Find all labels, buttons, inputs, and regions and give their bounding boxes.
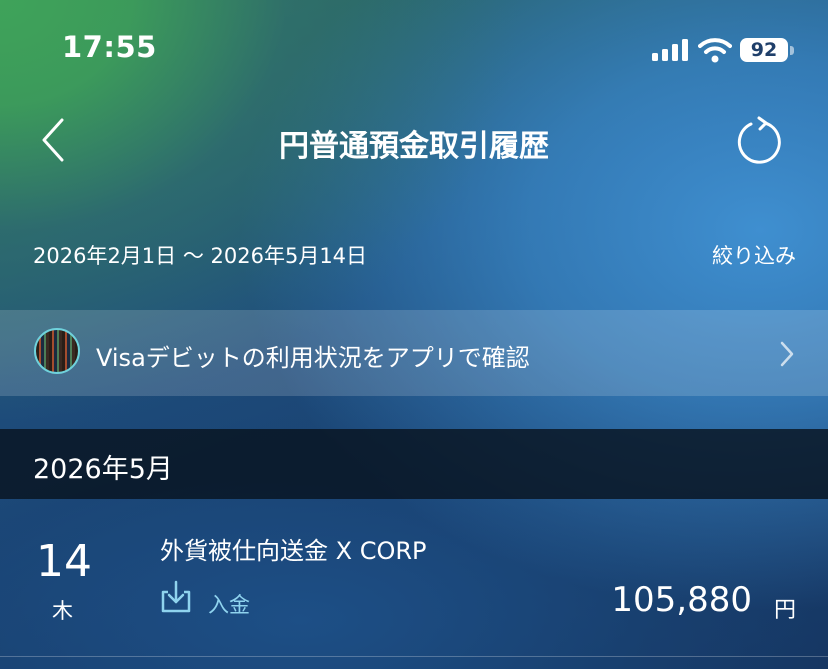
banner-logo-icon <box>34 328 80 374</box>
month-label: 2026年5月 <box>33 454 173 485</box>
chevron-right-icon <box>780 341 794 367</box>
transaction-day: 14 <box>36 536 92 587</box>
page-title: 円普通預金取引履歴 <box>279 129 549 164</box>
wifi-icon <box>698 38 732 63</box>
signal-icon <box>652 39 688 61</box>
banner-text: Visaデビットの利用状況をアプリで確認 <box>96 344 530 372</box>
battery-level: 92 <box>740 38 788 62</box>
battery-icon: 92 <box>740 38 796 64</box>
transaction-type: 入金 <box>208 593 250 617</box>
row-divider <box>0 656 828 657</box>
transaction-description[interactable]: 外貨被仕向送金 X CORP <box>160 531 427 566</box>
date-range: 2026年2月1日 〜 2026年5月14日 <box>33 244 368 268</box>
transaction-amount: 105,880 <box>611 580 752 620</box>
filter-button[interactable]: 絞り込み <box>712 240 796 270</box>
deposit-download-icon <box>161 580 191 613</box>
status-time: 17:55 <box>62 30 157 64</box>
transaction-currency: 円 <box>773 598 796 623</box>
transaction-weekday: 木 <box>52 599 73 623</box>
refresh-icon[interactable] <box>734 116 784 166</box>
